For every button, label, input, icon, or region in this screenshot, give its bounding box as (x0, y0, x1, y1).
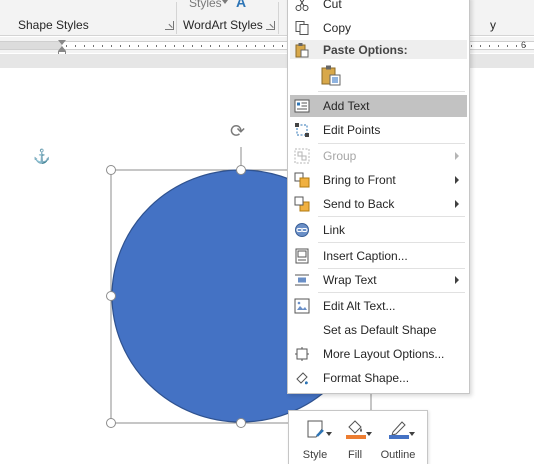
menu-item-set-as-default-shape[interactable]: Set as Default Shape (290, 319, 467, 341)
menu-label-insert-caption: Insert Caption... (323, 249, 408, 263)
menu-item-insert-caption[interactable]: Insert Caption... (290, 245, 467, 267)
menu-label-add-text: Add Text (323, 99, 370, 113)
menu-item-copy[interactable]: Copy (290, 17, 467, 39)
insert-caption-icon (295, 248, 309, 264)
pen-outline-icon (389, 421, 409, 439)
menu-label-edit-points: Edit Points (323, 123, 381, 137)
menu-label-cut: Cut (323, 0, 342, 11)
menu-item-add-text[interactable]: Add Text (290, 95, 467, 117)
paste-options-header: Paste Options: (290, 40, 467, 59)
resize-handle-left[interactable] (106, 291, 116, 301)
menu-separator (318, 242, 465, 243)
outline-label: Outline (380, 449, 416, 461)
paste-options-label: Paste Options: (323, 43, 408, 57)
shape-style-icon (307, 420, 324, 438)
layout-options-icon (295, 347, 309, 361)
copy-icon (295, 21, 309, 35)
submenu-arrow-icon (455, 152, 459, 160)
menu-label-link: Link (323, 223, 346, 237)
style-button[interactable]: Style (295, 415, 335, 464)
menu-item-cut[interactable]: Cut (290, 0, 467, 15)
menu-label-copy: Copy (323, 21, 352, 35)
fill-button[interactable]: Fill (335, 415, 375, 464)
fill-caret-icon[interactable] (366, 432, 372, 436)
link-icon (295, 223, 309, 237)
submenu-arrow-icon (455, 200, 459, 208)
resize-handle-bottom[interactable] (236, 418, 246, 428)
add-text-icon (294, 99, 310, 113)
menu-item-wrap-text[interactable]: Wrap Text (290, 269, 467, 291)
clipboard-icon (295, 43, 309, 58)
style-label: Style (302, 449, 328, 461)
menu-label-send-to-back: Send to Back (323, 197, 395, 211)
paste-picture-option-icon[interactable] (320, 64, 342, 86)
fill-label: Fill (347, 449, 363, 461)
menu-label-wrap-text: Wrap Text (323, 273, 377, 287)
menu-label-bring-to-front: Bring to Front (323, 173, 396, 187)
paint-bucket-icon (346, 420, 366, 439)
alt-text-icon (294, 298, 310, 314)
menu-separator (318, 143, 465, 144)
menu-item-format-shape[interactable]: Format Shape... (290, 367, 467, 389)
menu-item-link[interactable]: Link (290, 219, 467, 241)
menu-separator (318, 292, 465, 293)
send-to-back-icon (294, 196, 310, 212)
menu-separator (318, 91, 465, 92)
format-shape-icon (296, 372, 308, 385)
menu-label-group: Group (323, 149, 357, 163)
outline-button[interactable]: Outline (378, 415, 418, 464)
menu-label-set-as-default-shape: Set as Default Shape (323, 323, 437, 337)
menu-label-more-layout-options: More Layout Options... (323, 347, 445, 361)
menu-label-edit-alt-text: Edit Alt Text... (323, 299, 396, 313)
rotate-handle-icon[interactable]: ⟳ (230, 122, 245, 140)
style-caret-icon[interactable] (326, 432, 332, 436)
menu-item-edit-points[interactable]: Edit Points (290, 119, 467, 141)
menu-item-more-layout-options[interactable]: More Layout Options... (290, 343, 467, 365)
menu-item-bring-to-front[interactable]: Bring to Front (290, 169, 467, 191)
context-menu: Cut Copy Paste Options: Add Text Edit Po… (287, 0, 470, 394)
scissors-icon (295, 0, 309, 11)
menu-item-send-to-back[interactable]: Send to Back (290, 193, 467, 215)
edit-points-icon (295, 123, 309, 137)
group-icon (294, 148, 310, 164)
resize-handle-bottom-left[interactable] (106, 418, 116, 428)
resize-handle-top[interactable] (236, 165, 246, 175)
outline-caret-icon[interactable] (409, 432, 415, 436)
mini-toolbar: Style Fill Outline (288, 410, 428, 464)
resize-handle-top-left[interactable] (106, 165, 116, 175)
submenu-arrow-icon (455, 276, 459, 284)
menu-separator (318, 216, 465, 217)
menu-item-group[interactable]: Group (290, 145, 467, 167)
wrap-text-icon (295, 274, 309, 286)
submenu-arrow-icon (455, 176, 459, 184)
menu-item-edit-alt-text[interactable]: Edit Alt Text... (290, 295, 467, 317)
bring-to-front-icon (294, 172, 310, 188)
menu-label-format-shape: Format Shape... (323, 371, 410, 385)
